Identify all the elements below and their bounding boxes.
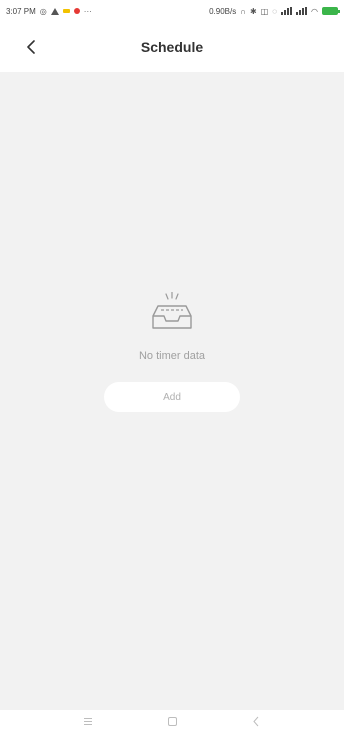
vibrate-icon: ◌ <box>272 6 278 16</box>
chevron-left-icon <box>27 40 35 54</box>
signal-2-icon <box>296 7 308 15</box>
alarm-icon: ◎ <box>39 6 47 16</box>
status-time: 3:07 PM <box>6 6 36 16</box>
menu-button[interactable] <box>81 714 95 728</box>
status-bar: 3:07 PM ◎ ··· 0.90B/s ∩ ✱ ◫ ◌ ◠ <box>0 0 344 22</box>
notification-yellow-icon <box>62 9 70 13</box>
nfc-icon: ◫ <box>260 6 269 16</box>
header: Schedule <box>0 22 344 72</box>
home-square-icon <box>167 716 177 726</box>
network-speed: 0.90B/s <box>209 6 237 16</box>
empty-tray-icon <box>152 292 192 329</box>
page-title: Schedule <box>140 39 204 55</box>
warning-icon <box>50 7 59 15</box>
signal-icon <box>281 7 293 15</box>
battery-icon <box>322 7 340 15</box>
notification-red-icon <box>73 8 80 14</box>
system-nav-bar <box>0 710 344 732</box>
system-back-button[interactable] <box>249 714 263 728</box>
bluetooth-icon: ✱ <box>249 6 257 16</box>
empty-state: No timer data Add <box>0 292 344 412</box>
more-notifications-icon: ··· <box>83 6 92 16</box>
status-left: 3:07 PM ◎ ··· <box>6 7 92 16</box>
home-button[interactable] <box>165 714 179 728</box>
wifi-icon: ◠ <box>311 6 318 16</box>
headphones-icon: ∩ <box>240 6 246 16</box>
add-button[interactable]: Add <box>104 382 240 412</box>
back-button[interactable] <box>18 34 44 60</box>
back-icon <box>253 716 259 726</box>
status-right: 0.90B/s ∩ ✱ ◫ ◌ ◠ <box>209 6 340 16</box>
empty-message: No timer data <box>138 350 206 362</box>
main-content: No timer data Add <box>0 72 344 710</box>
menu-icon <box>84 717 92 725</box>
